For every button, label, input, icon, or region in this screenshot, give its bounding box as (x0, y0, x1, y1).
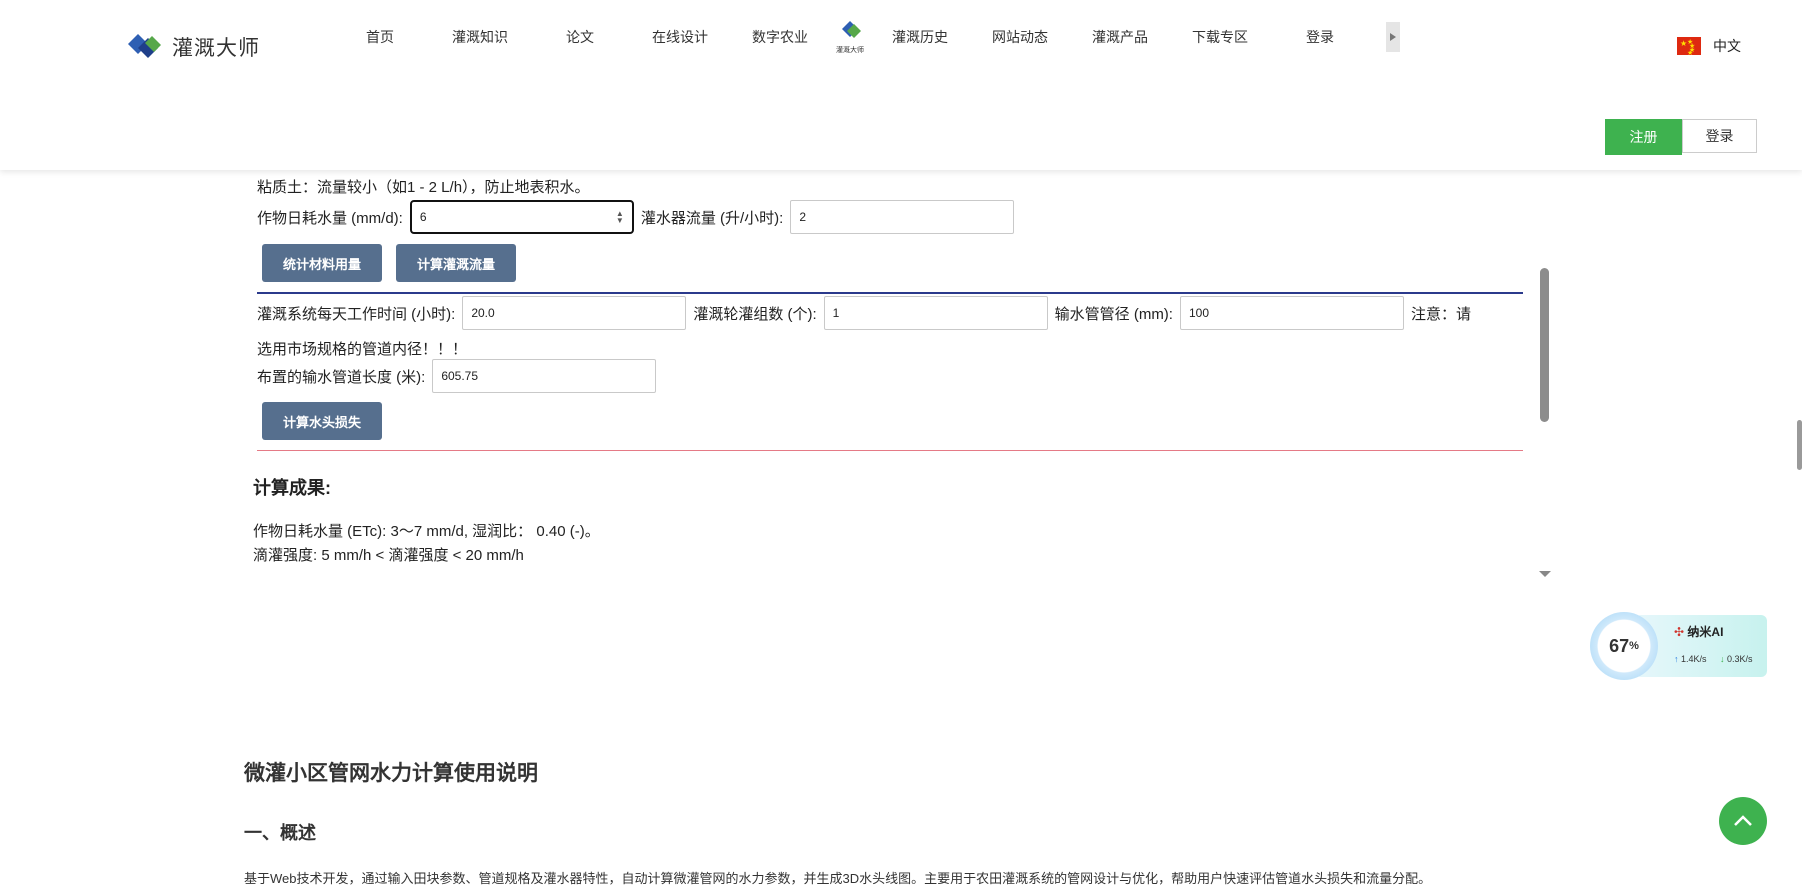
nav-history[interactable]: 灌溉历史 (870, 27, 970, 47)
ai-upload-speed: ↑ 1.4K/s (1674, 654, 1707, 664)
crop-emitter-row: 作物日耗水量 (mm/d): 6 ▲ ▼ 灌水器流量 (升/小时): 2 (257, 200, 1021, 234)
login-button[interactable]: 登录 (1682, 119, 1757, 153)
result-line-etc: 作物日耗水量 (ETc): 3～7 mm/d, 湿润比： 0.40 (-)。 (253, 523, 600, 540)
crop-water-value: 6 (419, 210, 427, 224)
arrow-up-icon: ↑ (1674, 654, 1679, 664)
soil-note: 粘质土：流量较小（如1 - 2 L/h），防止地表积水。 (257, 179, 590, 196)
pipe-params-row: 灌溉系统每天工作时间 (小时): 20.0 灌溉轮灌组数 (个): 1 输水管管… (257, 296, 1471, 330)
calc-headloss-button[interactable]: 计算水头损失 (262, 402, 382, 440)
pipe-note-b: 选用市场规格的管道内径！！！ (257, 340, 468, 358)
doc-paragraph: 基于Web技术开发，通过输入田块参数、管道规格及灌水器特性，自动计算微灌管网的水… (244, 871, 1432, 886)
back-to-top-button[interactable] (1719, 797, 1767, 845)
pipe-length-input[interactable]: 605.75 (432, 359, 657, 393)
nav-logo[interactable]: 灌溉大师 (828, 15, 872, 59)
pipe-note-a: 注意：请 (1410, 305, 1471, 323)
section-divider-blue (257, 292, 1523, 294)
emitter-flow-value: 2 (799, 210, 807, 224)
pipe-length-value: 605.75 (441, 369, 479, 383)
page-scrollbar-thumb[interactable] (1797, 420, 1802, 470)
brand-logo-icon (128, 34, 161, 58)
chevron-up-icon (1734, 815, 1752, 826)
calc-flow-button[interactable]: 计算灌溉流量 (396, 244, 516, 282)
result-line-intensity: 滴灌强度: 5 mm/h < 滴灌强度 < 20 mm/h (253, 547, 524, 564)
site-header: 灌溉大师 首页 灌溉知识 论文 在线设计 数字农业 灌溉大师 灌溉历史 网站动态… (0, 0, 1802, 170)
section-divider-red (257, 450, 1523, 451)
rotation-groups-label: 灌溉轮灌组数 (个): (693, 305, 817, 323)
caret-right-icon (1390, 33, 1396, 41)
ai-percent-unit: % (1629, 640, 1639, 652)
nav-knowledge[interactable]: 灌溉知识 (430, 27, 530, 47)
ai-name: ✣ 纳米AI (1674, 623, 1723, 640)
results-title: 计算成果: (253, 478, 331, 498)
register-button[interactable]: 注册 (1605, 119, 1682, 155)
rotation-groups-input[interactable]: 1 (823, 296, 1048, 330)
crop-water-input[interactable]: 6 ▲ ▼ (409, 200, 634, 234)
ai-percent: 67 (1609, 635, 1630, 656)
nav-scroll-right[interactable] (1386, 22, 1400, 52)
nav-papers[interactable]: 论文 (530, 27, 630, 47)
nav-downloads[interactable]: 下载专区 (1170, 27, 1270, 47)
brand-name: 灌溉大师 (172, 37, 260, 60)
crop-water-label: 作物日耗水量 (mm/d): (257, 209, 403, 227)
emitter-flow-label: 灌水器流量 (升/小时): (640, 209, 784, 227)
nav-news[interactable]: 网站动态 (970, 27, 1070, 47)
nav-home[interactable]: 首页 (330, 27, 430, 47)
nav-digital-agri[interactable]: 数字农业 (730, 27, 830, 47)
panel-scrollbar-thumb[interactable] (1540, 268, 1549, 422)
work-time-value: 20.0 (471, 306, 495, 320)
ai-percent-ring: 67% (1590, 612, 1658, 680)
main-nav: 首页 灌溉知识 论文 在线设计 数字农业 灌溉大师 灌溉历史 网站动态 灌溉产品… (330, 0, 1370, 74)
arrow-down-icon: ↓ (1720, 654, 1725, 664)
number-spinner-icon[interactable]: ▲ ▼ (616, 210, 624, 225)
auth-buttons: 注册 登录 (1605, 119, 1757, 155)
site-logo[interactable]: 灌溉大师 (128, 32, 260, 62)
rotation-groups-value: 1 (832, 306, 840, 320)
stat-materials-button[interactable]: 统计材料用量 (262, 244, 382, 282)
scroll-down-arrow-icon[interactable] (1539, 571, 1551, 577)
nav-online-design[interactable]: 在线设计 (630, 27, 730, 47)
doc-section-overview: 一、概述 (244, 823, 316, 843)
calculator-panel: 粘质土：流量较小（如1 - 2 L/h），防止地表积水。 作物日耗水量 (mm/… (240, 148, 1552, 588)
pipe-diameter-input[interactable]: 100 (1179, 296, 1404, 330)
china-flag-icon: ★ ★ ★ ★ ★ (1677, 37, 1701, 57)
pipe-length-row: 布置的输水管道长度 (米): 605.75 (257, 359, 663, 393)
nav-logo-icon (842, 20, 861, 38)
nav-login[interactable]: 登录 (1270, 27, 1370, 47)
work-time-input[interactable]: 20.0 (462, 296, 687, 330)
nav-logo-caption: 灌溉大师 (836, 46, 864, 54)
emitter-flow-input[interactable]: 2 (790, 200, 1015, 234)
ai-name-label: 纳米AI (1687, 625, 1724, 639)
pipe-length-label: 布置的输水管道长度 (米): (257, 368, 426, 386)
nav-products[interactable]: 灌溉产品 (1070, 27, 1170, 47)
ai-download-speed: ↓ 0.3K/s (1720, 654, 1753, 664)
panel-scrollbar[interactable] (1537, 148, 1552, 588)
ai-assistant-widget[interactable]: 67% ✣ 纳米AI ↑ 1.4K/s ↓ 0.3K/s (1590, 612, 1776, 680)
pipe-diameter-value: 100 (1188, 306, 1210, 320)
language-switcher[interactable]: ★ ★ ★ ★ ★ 中文 (1677, 36, 1741, 57)
ai-up-value: 1.4K/s (1681, 654, 1707, 664)
work-time-label: 灌溉系统每天工作时间 (小时): (257, 305, 456, 323)
doc-title: 微灌小区管网水力计算使用说明 (244, 762, 538, 785)
language-label: 中文 (1713, 38, 1741, 54)
pipe-diameter-label: 输水管管径 (mm): (1054, 305, 1173, 323)
ai-logo-icon: ✣ (1674, 625, 1685, 639)
ai-down-value: 0.3K/s (1727, 654, 1753, 664)
